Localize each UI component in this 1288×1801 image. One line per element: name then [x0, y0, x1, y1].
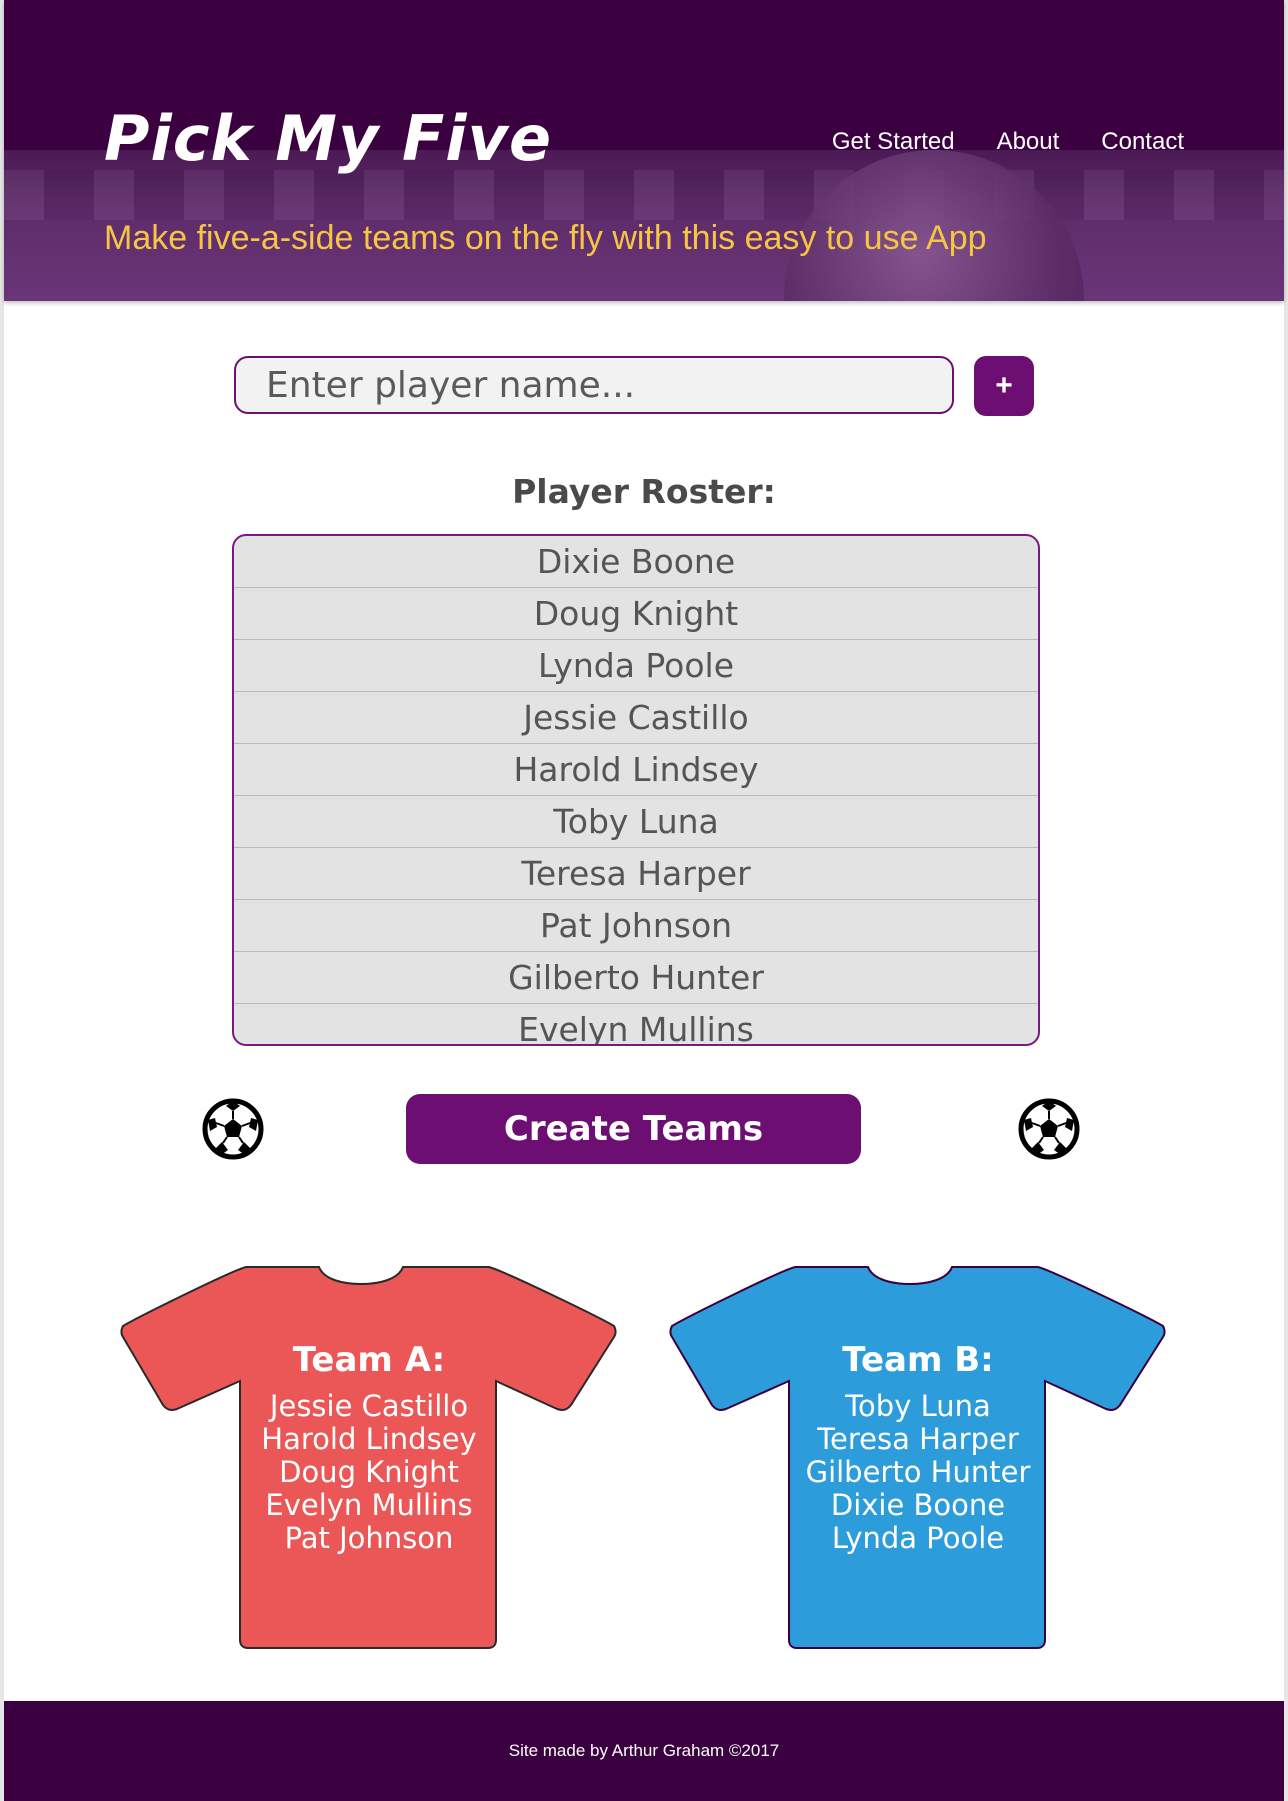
nav-get-started[interactable]: Get Started [832, 128, 955, 156]
roster-item[interactable]: Lynda Poole [234, 640, 1038, 692]
site-title[interactable]: Pick My Five [104, 102, 552, 175]
roster-item[interactable]: Harold Lindsey [234, 744, 1038, 796]
team-b-player: Teresa Harper [817, 1422, 1019, 1456]
player-roster-list: Dixie Boone Doug Knight Lynda Poole Jess… [232, 534, 1040, 1046]
team-b-player: Gilberto Hunter [805, 1455, 1031, 1489]
team-b-player: Dixie Boone [830, 1488, 1006, 1522]
soccer-ball-icon [202, 1098, 264, 1160]
roster-item[interactable]: Doug Knight [234, 588, 1038, 640]
team-b-title: Team B: [842, 1340, 994, 1380]
roster-item[interactable]: Evelyn Mullins [234, 1004, 1038, 1044]
team-a-player: Evelyn Mullins [265, 1488, 473, 1522]
team-a-player: Pat Johnson [284, 1521, 454, 1555]
footer-credit: Site made by Arthur Graham ©2017 [508, 1741, 780, 1760]
stadium-background [4, 170, 1284, 220]
team-b-shirt: Team B: Toby Luna Teresa Harper Gilberto… [668, 1262, 1168, 1652]
roster-item[interactable]: Jessie Castillo [234, 692, 1038, 744]
soccer-ball-icon [1018, 1098, 1080, 1160]
roster-heading: Player Roster: [512, 472, 776, 511]
site-footer: Site made by Arthur Graham ©2017 [4, 1701, 1284, 1801]
roster-item[interactable]: Dixie Boone [234, 536, 1038, 588]
team-a-title: Team A: [292, 1340, 446, 1380]
site-tagline: Make five-a-side teams on the fly with t… [104, 219, 987, 257]
team-a-shirt: Team A: Jessie Castillo Harold Lindsey D… [119, 1262, 619, 1652]
team-b-player: Toby Luna [845, 1389, 991, 1423]
team-a-player: Jessie Castillo [269, 1389, 469, 1423]
roster-item[interactable]: Toby Luna [234, 796, 1038, 848]
roster-item[interactable]: Teresa Harper [234, 848, 1038, 900]
team-a-player: Doug Knight [279, 1455, 459, 1489]
page: Pick My Five Make five-a-side teams on t… [4, 0, 1284, 1801]
nav-about[interactable]: About [997, 128, 1060, 156]
team-b-player-list: Toby Luna Teresa Harper Gilberto Hunter … [668, 1390, 1168, 1555]
main-nav: Get Started About Contact [832, 128, 1184, 156]
player-name-input[interactable] [234, 356, 954, 414]
roster-item[interactable]: Pat Johnson [234, 900, 1038, 952]
site-header: Pick My Five Make five-a-side teams on t… [4, 0, 1284, 301]
team-a-player-list: Jessie Castillo Harold Lindsey Doug Knig… [119, 1390, 619, 1555]
team-a-player: Harold Lindsey [261, 1422, 477, 1456]
team-b-player: Lynda Poole [831, 1521, 1005, 1555]
roster-item[interactable]: Gilberto Hunter [234, 952, 1038, 1004]
nav-contact[interactable]: Contact [1101, 128, 1184, 156]
create-teams-button[interactable]: Create Teams [406, 1094, 861, 1164]
add-player-button[interactable]: + [974, 356, 1034, 416]
